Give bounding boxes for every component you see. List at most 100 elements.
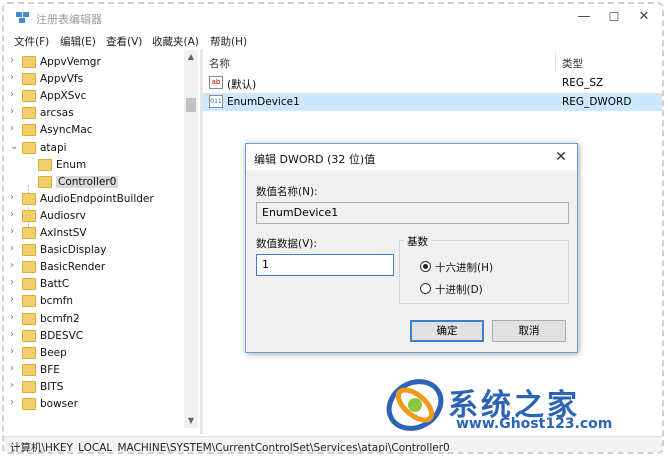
chevron-right-icon[interactable]: › xyxy=(10,209,14,220)
tree-item[interactable]: › arcsas xyxy=(4,105,184,122)
minimize-button[interactable]: — xyxy=(570,8,598,26)
folder-icon xyxy=(22,261,36,274)
folder-icon xyxy=(22,346,36,359)
folder-icon xyxy=(22,363,36,376)
tree-item[interactable]: Enum xyxy=(4,157,184,174)
tree-item[interactable]: › AsyncMac xyxy=(4,122,184,139)
chevron-down-icon[interactable]: ⌄ xyxy=(10,141,18,152)
menu-favorites[interactable]: 收藏夹(A) xyxy=(152,34,199,49)
scroll-down-arrow-icon[interactable]: ▼ xyxy=(184,414,198,428)
chevron-right-icon[interactable]: › xyxy=(10,380,14,391)
tree-item[interactable]: › AxInstSV xyxy=(4,225,184,242)
menu-view[interactable]: 查看(V) xyxy=(106,34,142,49)
tree-item-label: Enum xyxy=(56,158,87,171)
base-label: 基数 xyxy=(404,234,431,249)
hex-radio-label[interactable]: 十六进制(H) xyxy=(435,260,493,275)
tree-item-label: bcmfn xyxy=(40,295,74,308)
tree-item[interactable]: › AppXSvc xyxy=(4,88,184,105)
scrollbar-thumb[interactable] xyxy=(186,98,196,112)
close-button[interactable]: ✕ xyxy=(630,8,658,26)
value-row-enumdevice1[interactable]: 011 EnumDevice1 REG_DWORD xyxy=(203,93,662,111)
tree-item[interactable]: › BasicDisplay xyxy=(4,242,184,259)
folder-icon xyxy=(22,227,36,239)
tree-item[interactable]: › bcmfn2 xyxy=(4,311,184,328)
tree-item-label: atapi xyxy=(40,141,67,154)
column-header-type[interactable]: 类型 xyxy=(562,56,583,71)
hex-radio[interactable] xyxy=(420,261,431,272)
chevron-right-icon[interactable]: › xyxy=(10,277,14,288)
tree-item[interactable]: › BasicRender xyxy=(4,259,184,276)
chevron-right-icon[interactable]: › xyxy=(10,192,14,203)
chevron-right-icon[interactable]: › xyxy=(10,329,14,340)
tree-item[interactable]: › BDESVC xyxy=(4,328,184,345)
chevron-right-icon[interactable]: › xyxy=(10,106,14,117)
tree-item-label: Audiosrv xyxy=(40,209,86,222)
value-data-input[interactable]: 1 xyxy=(256,254,394,276)
value-name: (默认) xyxy=(227,79,257,91)
cancel-button[interactable]: 取消 xyxy=(492,320,566,342)
folder-icon xyxy=(22,329,36,342)
chevron-right-icon[interactable]: › xyxy=(10,346,14,357)
chevron-right-icon[interactable]: › xyxy=(10,72,14,83)
tree-item[interactable]: Controller0 xyxy=(4,174,184,191)
value-type: REG_SZ xyxy=(562,77,604,89)
chevron-right-icon[interactable]: › xyxy=(10,363,14,374)
value-name-label: 数值名称(N): xyxy=(256,186,318,198)
maximize-button[interactable]: ☐ xyxy=(600,8,628,26)
tree-item-label: BattC xyxy=(40,278,70,291)
scroll-up-arrow-icon[interactable]: ▲ xyxy=(184,50,198,64)
value-name: EnumDevice1 xyxy=(227,96,300,108)
watermark-url: www.Ghost123.com xyxy=(456,416,613,432)
chevron-right-icon[interactable]: › xyxy=(10,55,14,66)
tree-item-label: AppvVemgr xyxy=(40,56,101,68)
folder-icon xyxy=(22,90,36,103)
tree-scrollbar[interactable]: ▲ ▼ xyxy=(184,50,198,428)
string-value-icon: ab xyxy=(209,76,223,89)
folder-icon xyxy=(22,278,36,291)
column-header-name[interactable]: 名称 xyxy=(209,56,230,71)
tree-item[interactable]: › Beep xyxy=(4,345,184,362)
menu-edit[interactable]: 编辑(E) xyxy=(60,34,96,49)
status-path: 计算机\HKEY_LOCAL_MACHINE\SYSTEM\CurrentCon… xyxy=(10,442,450,454)
folder-icon xyxy=(22,73,36,86)
folder-icon xyxy=(22,107,36,120)
chevron-right-icon[interactable]: › xyxy=(10,226,14,237)
tree-item[interactable]: › AppvVfs xyxy=(4,71,184,88)
chevron-right-icon[interactable]: › xyxy=(10,243,14,254)
menu-help[interactable]: 帮助(H) xyxy=(210,34,247,49)
tree-item[interactable]: › bowser xyxy=(4,396,184,413)
tree-item-label: BFE xyxy=(40,363,60,376)
tree-item-label: AxInstSV xyxy=(40,227,87,239)
value-name-field[interactable]: EnumDevice1 xyxy=(256,202,569,224)
tree-item-label: AppXSvc xyxy=(40,90,87,103)
chevron-right-icon[interactable]: › xyxy=(10,89,14,100)
tree-item[interactable]: › BFE xyxy=(4,362,184,379)
status-bar: 计算机\HKEY_LOCAL_MACHINE\SYSTEM\CurrentCon… xyxy=(4,436,662,454)
folder-icon xyxy=(22,380,36,393)
chevron-right-icon[interactable]: › xyxy=(10,397,14,408)
tree-item[interactable]: › Audiosrv xyxy=(4,208,184,225)
chevron-right-icon[interactable]: › xyxy=(10,123,14,134)
tree-item[interactable]: › BattC xyxy=(4,276,184,293)
value-row-default[interactable]: ab (默认) REG_SZ xyxy=(203,74,662,92)
dec-radio[interactable] xyxy=(420,283,431,294)
chevron-right-icon[interactable]: › xyxy=(10,312,14,323)
dialog-close-button[interactable]: ✕ xyxy=(551,147,571,167)
radio-selected-dot-icon xyxy=(423,264,428,269)
tree-item[interactable]: › BITS xyxy=(4,379,184,396)
tree-item[interactable]: › AppvVemgr xyxy=(4,54,184,71)
menu-file[interactable]: 文件(F) xyxy=(14,34,49,49)
folder-icon xyxy=(22,312,36,325)
ok-button[interactable]: 确定 xyxy=(410,320,484,342)
tree-item-label: BasicDisplay xyxy=(40,244,107,257)
column-separator[interactable] xyxy=(555,52,556,70)
tree-item[interactable]: › AudioEndpointBuilder xyxy=(4,191,184,208)
tree-item-label: Beep xyxy=(40,346,67,359)
folder-icon xyxy=(22,398,36,410)
tree-item[interactable]: ⌄ atapi xyxy=(4,140,184,157)
folder-icon xyxy=(22,244,36,257)
chevron-right-icon[interactable]: › xyxy=(10,294,14,305)
dec-radio-label[interactable]: 十进制(D) xyxy=(435,282,483,297)
tree-item[interactable]: › bcmfn xyxy=(4,293,184,310)
chevron-right-icon[interactable]: › xyxy=(10,260,14,271)
